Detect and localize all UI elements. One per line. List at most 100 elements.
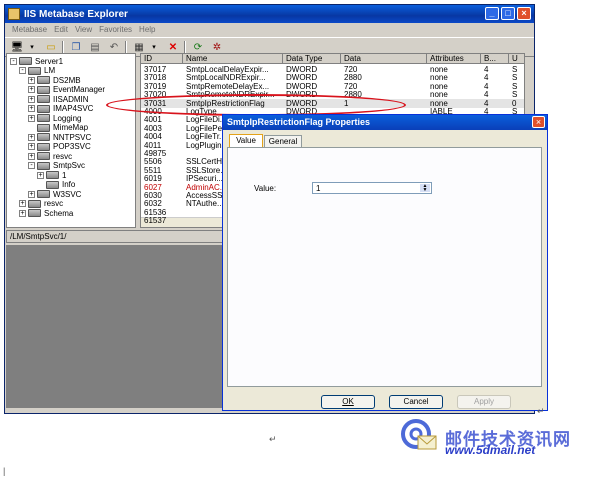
tree-node[interactable]: - LM [19, 66, 55, 76]
window-title: IIS Metabase Explorer [24, 8, 128, 20]
menu-metabase[interactable]: Metabase [12, 25, 47, 34]
menu-view[interactable]: View [75, 25, 92, 34]
tree-node[interactable]: + W3SVC [28, 189, 81, 199]
maximize-button[interactable]: □ [501, 7, 515, 20]
delete-icon[interactable]: ✕ [166, 41, 180, 54]
tree-node[interactable]: Info [37, 180, 75, 190]
folder-icon [37, 76, 50, 84]
folder-icon [37, 152, 50, 160]
tab-panel: Value: 1 ▲ ▼ [227, 147, 542, 387]
tree-node[interactable]: + Schema [19, 208, 73, 218]
tree-node[interactable]: + IMAP4SVC [28, 104, 93, 114]
folder-icon [37, 85, 50, 94]
open-icon[interactable]: ▭ [44, 41, 58, 54]
tree-node[interactable]: + EventManager [28, 85, 105, 95]
tree-node-label: SmtpSvc [53, 161, 86, 170]
expand-icon[interactable]: + [28, 105, 35, 112]
tree-node-label: IMAP4SVC [53, 104, 94, 113]
menu-help[interactable]: Help [139, 25, 155, 34]
refresh-icon[interactable]: ⟳ [191, 41, 205, 54]
expand-icon[interactable]: + [28, 114, 35, 122]
column-header[interactable]: Data [341, 54, 427, 64]
tab-value[interactable]: Value [229, 134, 263, 147]
apply-button[interactable]: Apply [457, 395, 511, 409]
expand-icon[interactable]: + [28, 152, 35, 160]
tree-node-label: Logging [53, 113, 82, 123]
column-header[interactable]: Name [183, 54, 283, 64]
folder-icon [28, 199, 41, 208]
cancel-label: Cancel [403, 397, 429, 406]
apply-label: Apply [473, 397, 494, 406]
folder-icon [28, 66, 41, 75]
collapse-icon[interactable]: - [19, 67, 26, 74]
expand-icon[interactable]: + [28, 133, 35, 141]
paste-icon[interactable]: ▤ [88, 41, 102, 54]
folder-icon [37, 114, 50, 122]
value-spin-input[interactable]: 1 ▲ ▼ [312, 182, 432, 194]
folder-icon [37, 123, 50, 132]
close-button[interactable]: × [517, 7, 531, 20]
column-header[interactable]: Attributes [427, 54, 481, 64]
tree-node[interactable]: + resvc [28, 151, 72, 161]
tree-node[interactable]: MimeMap [28, 123, 88, 133]
return-mark: ↵ [537, 406, 545, 416]
tree-node[interactable]: + DS2MB [28, 75, 81, 85]
tree-node-label: LM [44, 66, 56, 75]
folder-icon [28, 209, 41, 217]
folder-icon [37, 161, 50, 170]
return-mark: ↵ [269, 434, 277, 444]
tree-node-label: POP3SVC [53, 142, 91, 151]
menu-edit[interactable]: Edit [54, 25, 68, 34]
tree-node[interactable]: + Logging [28, 113, 81, 123]
expand-icon[interactable]: + [37, 171, 44, 179]
dialog-close-button[interactable]: × [532, 116, 545, 128]
settings-icon[interactable]: ✲ [210, 41, 224, 54]
spin-down-icon[interactable]: ▼ [420, 188, 430, 193]
dialog-title[interactable]: SmtpIpRestrictionFlag Properties [223, 115, 547, 130]
column-header[interactable]: Data Type [283, 54, 341, 64]
ok-button[interactable]: OK [321, 395, 375, 409]
expand-icon[interactable]: + [28, 143, 35, 150]
column-header[interactable]: ID [141, 54, 183, 64]
tree-node-label: Info [62, 180, 76, 189]
tree-node[interactable]: + IISADMIN [28, 94, 89, 104]
title-bar[interactable]: IIS Metabase Explorer _ □ × [5, 5, 534, 23]
tab-general[interactable]: General [264, 135, 302, 147]
expand-icon[interactable]: + [19, 200, 26, 207]
menu-favorites[interactable]: Favorites [99, 25, 132, 34]
properties-icon[interactable]: ▦ [132, 41, 146, 54]
expand-icon[interactable]: + [28, 86, 35, 93]
folder-icon [37, 142, 50, 151]
tree-node[interactable]: - Server1 [10, 56, 63, 66]
ok-label: OK [342, 397, 354, 406]
copy-icon[interactable]: ❐ [69, 41, 83, 54]
tree-pane[interactable]: - Server1- LM + DS2MB + EventManager + IISADMIN +… [6, 53, 136, 228]
tree-node-label: IISADMIN [53, 94, 89, 104]
expand-icon[interactable]: + [28, 95, 35, 103]
tree-node-label: Server1 [35, 56, 64, 66]
text-cursor: | [3, 466, 6, 476]
menu-bar: Metabase Edit View Favorites Help [5, 23, 534, 36]
expand-icon[interactable]: + [28, 76, 35, 84]
tree-node-label: 1 [62, 170, 67, 180]
tree-node[interactable]: +1 [37, 170, 66, 180]
collapse-icon[interactable]: - [10, 57, 17, 65]
column-header[interactable]: U [509, 54, 524, 64]
value-text: 1 [316, 184, 321, 193]
cancel-button[interactable]: Cancel [389, 395, 443, 409]
expand-icon[interactable]: + [28, 190, 35, 198]
collapse-icon[interactable]: - [28, 162, 35, 169]
computer-icon[interactable]: 🖥 [10, 41, 24, 54]
value-label: Value: [254, 184, 277, 193]
minimize-button[interactable]: _ [485, 7, 499, 20]
tree-node-label: resvc [44, 199, 64, 208]
expand-icon[interactable]: + [19, 209, 26, 217]
undo-icon[interactable]: ↶ [107, 41, 121, 54]
tree-node[interactable]: + resvc [19, 199, 63, 209]
tree-node[interactable]: - SmtpSvc [28, 161, 85, 171]
column-header[interactable]: B... [481, 54, 509, 64]
tree-node[interactable]: + NNTPSVC [28, 132, 91, 142]
dropdown-icon[interactable]: ▾ [147, 41, 161, 54]
tree-node[interactable]: + POP3SVC [28, 142, 91, 152]
dropdown-icon[interactable]: ▾ [25, 41, 39, 54]
